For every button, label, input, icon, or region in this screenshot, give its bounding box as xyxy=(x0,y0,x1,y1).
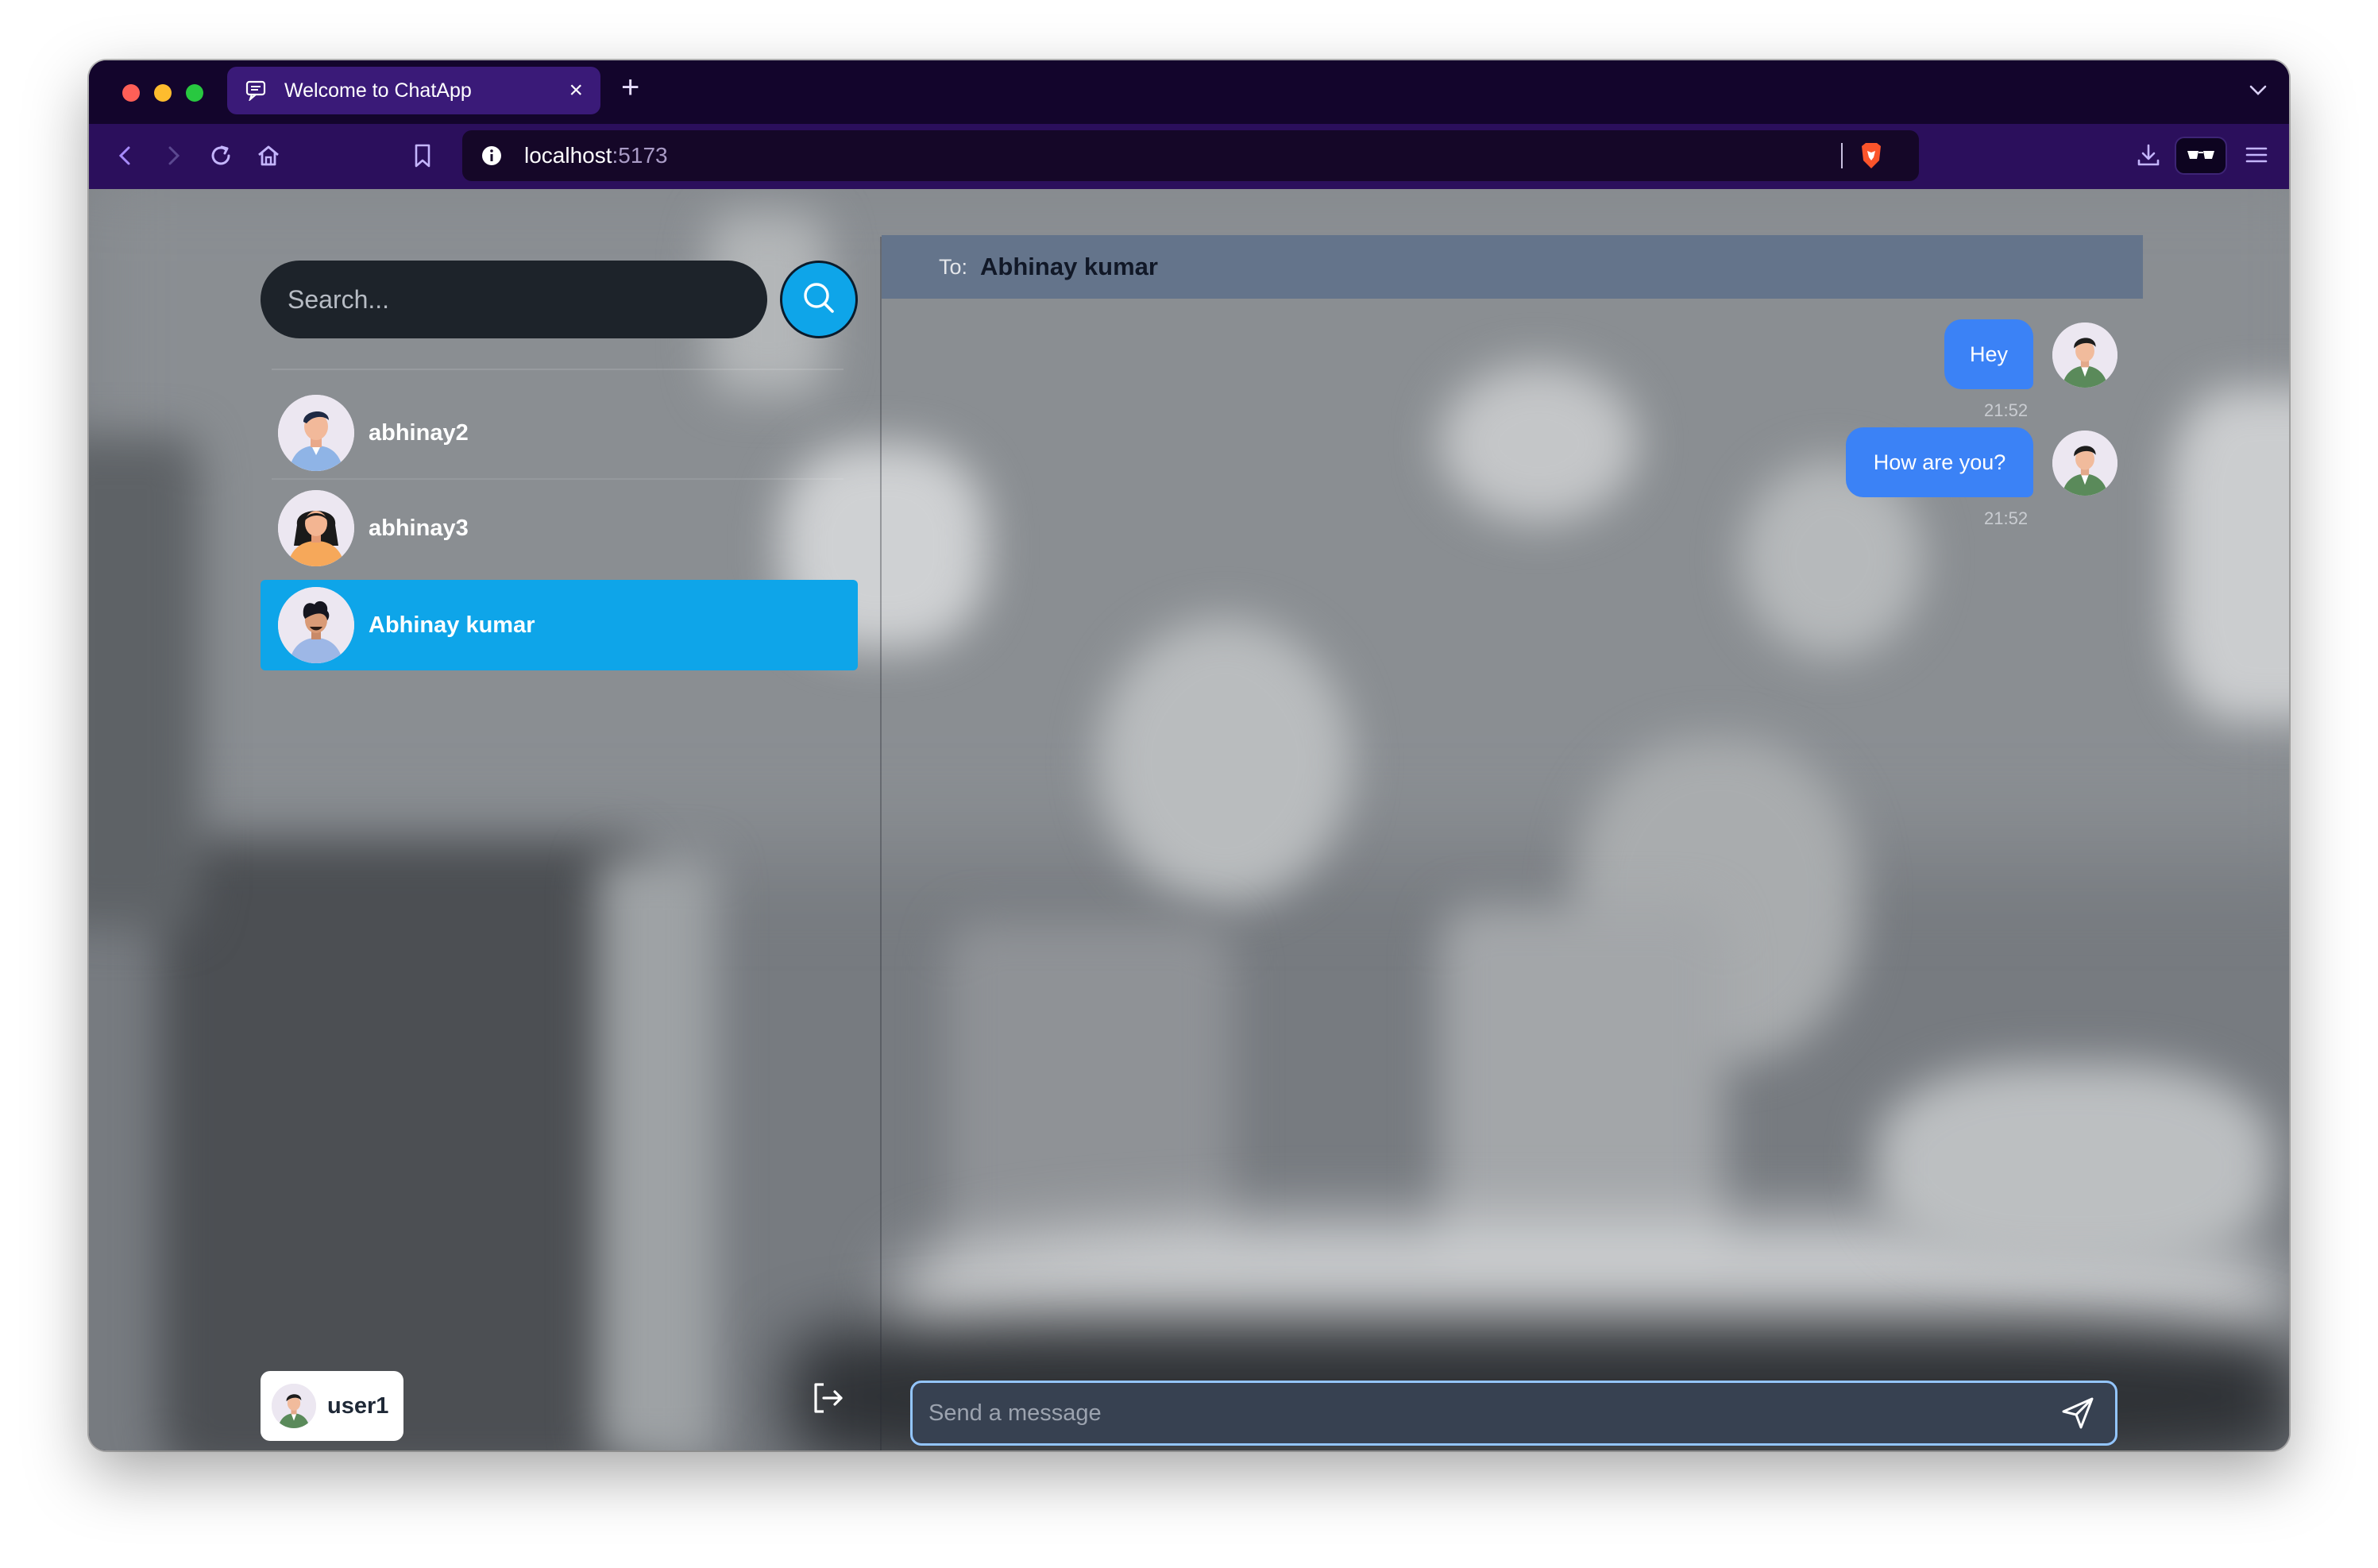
sender-avatar xyxy=(2052,322,2117,388)
forward-icon[interactable] xyxy=(157,140,189,172)
close-window-button[interactable] xyxy=(122,84,140,102)
address-bar[interactable]: localhost:5173 xyxy=(462,130,1919,181)
message-time: 21:52 xyxy=(1984,400,2029,420)
message-bubble: Hey xyxy=(1944,319,2033,389)
chat-favicon-icon xyxy=(245,79,270,102)
browser-window: Welcome to ChatApp × + localhost:5173 S… xyxy=(89,60,2289,1450)
send-icon xyxy=(2062,1397,2094,1429)
tab-chatapp[interactable]: Welcome to ChatApp × xyxy=(227,67,600,114)
contact-divider xyxy=(272,478,843,480)
to-label: To: xyxy=(939,254,968,279)
female-avatar xyxy=(278,490,354,566)
url-port: :5173 xyxy=(612,143,668,168)
send-button[interactable] xyxy=(2056,1392,2099,1435)
sidebar-divider xyxy=(272,369,843,370)
reader-mode-icon[interactable] xyxy=(2175,137,2227,175)
sender-avatar xyxy=(2052,431,2117,496)
menu-icon[interactable] xyxy=(2243,141,2270,172)
message-composer xyxy=(910,1381,2117,1446)
new-tab-button[interactable]: + xyxy=(621,71,639,103)
contact-item[interactable]: abhinay3 xyxy=(261,483,858,574)
url-host: localhost xyxy=(524,143,612,168)
sidebar xyxy=(191,189,972,1450)
current-user-name: user1 xyxy=(327,1392,389,1419)
recipient-name: Abhinay kumar xyxy=(980,253,1158,280)
panel-divider xyxy=(880,237,882,1450)
contact-name: Abhinay kumar xyxy=(369,612,535,638)
address-bar-divider xyxy=(1841,143,1843,168)
site-info-icon[interactable] xyxy=(480,144,504,168)
tab-close-icon[interactable]: × xyxy=(569,79,583,102)
chevron-down-icon[interactable] xyxy=(2246,78,2270,106)
page-content: abhinay2 abhinay3 Abhinay kumar user1 xyxy=(89,189,2289,1450)
male-avatar xyxy=(278,395,354,471)
contact-name: abhinay3 xyxy=(369,515,469,541)
contact-name: abhinay2 xyxy=(369,419,469,446)
back-icon[interactable] xyxy=(110,140,141,172)
home-icon[interactable] xyxy=(253,140,284,172)
search-input[interactable] xyxy=(261,261,767,338)
male-curly-avatar xyxy=(278,587,354,663)
logout-button[interactable] xyxy=(805,1377,850,1422)
minimize-window-button[interactable] xyxy=(154,84,172,102)
reload-icon[interactable] xyxy=(205,140,237,172)
contact-item[interactable]: abhinay2 xyxy=(261,388,858,478)
chat-header: To: Abhinay kumar xyxy=(882,235,2143,299)
browser-toolbar: localhost:5173 xyxy=(89,124,2289,189)
maximize-window-button[interactable] xyxy=(186,84,203,102)
tab-bar: Welcome to ChatApp × + xyxy=(89,60,2289,124)
message-input[interactable] xyxy=(928,1400,2056,1427)
contact-item-selected[interactable]: Abhinay kumar xyxy=(261,580,858,670)
logout-icon xyxy=(809,1380,846,1420)
message-bubble: How are you? xyxy=(1846,427,2033,497)
search-icon xyxy=(800,279,838,321)
bookmark-icon[interactable] xyxy=(407,140,438,172)
message-time: 21:52 xyxy=(1984,508,2029,528)
user-avatar xyxy=(272,1384,316,1428)
current-user-chip[interactable]: user1 xyxy=(261,1371,403,1441)
tab-title: Welcome to ChatApp xyxy=(284,79,472,102)
downloads-icon[interactable] xyxy=(2135,141,2162,172)
brave-shields-icon[interactable] xyxy=(1859,141,1884,176)
search-button[interactable] xyxy=(780,261,858,338)
